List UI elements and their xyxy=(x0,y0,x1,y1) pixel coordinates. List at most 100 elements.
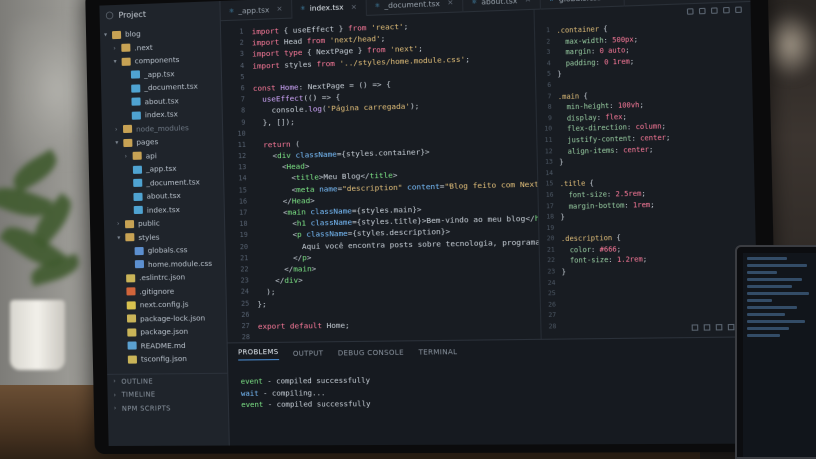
line-number: 22 xyxy=(540,256,555,267)
sidebar-section-timeline[interactable]: › TIMELINE xyxy=(107,387,228,402)
terminal-level: event xyxy=(241,376,263,385)
close-icon[interactable]: × xyxy=(609,0,616,1)
line-number: 13 xyxy=(224,162,247,174)
tree-item-label: package-lock.json xyxy=(140,313,205,323)
terminal-text: - compiling... xyxy=(259,388,326,398)
line-number: 26 xyxy=(541,300,556,311)
toolbar-icon[interactable] xyxy=(692,324,699,330)
line-number: 19 xyxy=(225,230,248,242)
terminal-text: - compiled successfully xyxy=(263,376,370,386)
line-number: 20 xyxy=(226,242,249,254)
close-icon[interactable]: × xyxy=(447,0,453,7)
code-line: export default Home; xyxy=(258,317,541,332)
react-file-icon: ⚛ xyxy=(471,0,477,5)
line-number: 14 xyxy=(538,168,553,179)
line-number: 23 xyxy=(226,275,249,287)
line-number: 14 xyxy=(224,174,247,186)
file-icon xyxy=(128,342,137,350)
chevron-right-icon: › xyxy=(125,153,133,160)
explorer-title: Project xyxy=(118,9,146,19)
tree-item-label: tsconfig.json xyxy=(141,354,187,364)
tab-label: about.tsx xyxy=(481,0,517,6)
toolbar-icon[interactable] xyxy=(711,7,718,14)
bottom-panel: PROBLEMS OUTPUT DEBUG CONSOLE TERMINAL even… xyxy=(228,336,761,445)
file-icon xyxy=(127,301,136,309)
panel-tab-output[interactable]: OUTPUT xyxy=(293,349,324,357)
css-line: } xyxy=(562,265,674,278)
line-number: 8 xyxy=(223,106,246,118)
tab-label: _app.tsx xyxy=(238,5,269,15)
react-file-icon: ⚛ xyxy=(229,7,235,14)
toolbar-icon[interactable] xyxy=(735,6,742,13)
close-icon[interactable]: × xyxy=(351,2,357,10)
react-file-icon: ⚛ xyxy=(300,5,306,12)
tree-item-label: next.config.js xyxy=(140,300,189,310)
line-number: 2 xyxy=(221,38,244,50)
line-number: 25 xyxy=(227,298,250,310)
terminal-line: event - compiled successfully xyxy=(241,395,759,410)
terminal-level: wait xyxy=(241,388,259,397)
tab-label: index.tsx xyxy=(310,2,344,12)
line-number: 11 xyxy=(223,140,246,152)
folder-icon xyxy=(125,220,134,228)
panel-tab-problems[interactable]: PROBLEMS xyxy=(238,348,279,361)
line-number: 20 xyxy=(539,234,554,245)
tree-item-label: components xyxy=(135,55,180,66)
panel-tab-terminal[interactable]: TERMINAL xyxy=(418,348,457,357)
line-number: 24 xyxy=(226,287,249,299)
tree-item-label: _document.tsx xyxy=(144,82,198,93)
file-icon xyxy=(131,84,140,92)
toolbar-icon[interactable] xyxy=(723,7,730,14)
close-icon[interactable]: × xyxy=(276,5,282,13)
folder-icon xyxy=(123,139,132,147)
folder-icon xyxy=(112,31,121,39)
panel-tab-debug-console[interactable]: DEBUG CONSOLE xyxy=(338,349,404,358)
folder-icon xyxy=(125,233,134,241)
tree-item-label: package.json xyxy=(140,327,188,337)
tree-item-label: .gitignore xyxy=(139,286,174,296)
toolbar-icon[interactable] xyxy=(704,324,711,330)
tree-file[interactable]: package.json xyxy=(106,324,226,339)
folder-icon xyxy=(121,44,130,52)
section-label: NPM SCRIPTS xyxy=(122,404,171,412)
sidebar-section-npm-scripts[interactable]: › NPM SCRIPTS xyxy=(108,401,229,415)
line-number: 6 xyxy=(222,83,245,95)
terminal-output[interactable]: event - compiled successfully wait - comp… xyxy=(228,360,759,410)
toolbar-icon[interactable] xyxy=(687,8,694,15)
section-label: TIMELINE xyxy=(122,391,156,399)
line-number: 28 xyxy=(541,322,556,333)
toolbar-icon[interactable] xyxy=(699,8,706,15)
chevron-right-icon: › xyxy=(114,392,122,399)
line-number: 15 xyxy=(224,185,247,197)
sidebar-section-outline[interactable]: › OUTLINE xyxy=(107,374,228,389)
line-number: 2 xyxy=(535,37,550,48)
file-icon xyxy=(135,247,144,255)
line-number: 9 xyxy=(537,114,552,125)
code-editor[interactable]: 1 2 3 4 5 6 7 8 9 10 11 12 13 14 15 16 17 18 19 20 21 22 23 24 2… xyxy=(221,10,541,343)
react-file-icon: ⚛ xyxy=(375,2,381,9)
file-icon xyxy=(127,315,136,323)
line-number: 3 xyxy=(221,49,244,61)
tree-file[interactable]: tsconfig.json xyxy=(107,352,227,367)
background-laptop xyxy=(735,245,816,459)
line-number: 18 xyxy=(225,219,248,231)
chevron-right-icon: › xyxy=(113,45,121,52)
line-number: 12 xyxy=(538,146,553,157)
toolbar-icon[interactable] xyxy=(716,324,723,330)
folder-icon xyxy=(123,125,132,133)
line-number: 9 xyxy=(223,117,246,129)
line-number: 4 xyxy=(536,59,551,70)
background-pot xyxy=(10,300,65,370)
css-editor[interactable]: 1 2 3 4 5 6 7 8 9 10 11 12 13 14 15 16 17 18 19 20 21 22 23 24 2… xyxy=(534,2,758,339)
line-number: 10 xyxy=(537,125,552,136)
tree-item-label: _app.tsx xyxy=(146,164,177,174)
line-number: 21 xyxy=(540,245,555,256)
chevron-right-icon: › xyxy=(115,126,123,133)
line-number: 5 xyxy=(536,70,551,81)
file-icon xyxy=(127,328,136,336)
line-number: 13 xyxy=(538,157,553,168)
tree-file[interactable]: README.md xyxy=(106,338,226,353)
close-icon[interactable]: × xyxy=(525,0,531,4)
chevron-down-icon: ▾ xyxy=(115,139,123,146)
toolbar-icon[interactable] xyxy=(728,324,735,330)
